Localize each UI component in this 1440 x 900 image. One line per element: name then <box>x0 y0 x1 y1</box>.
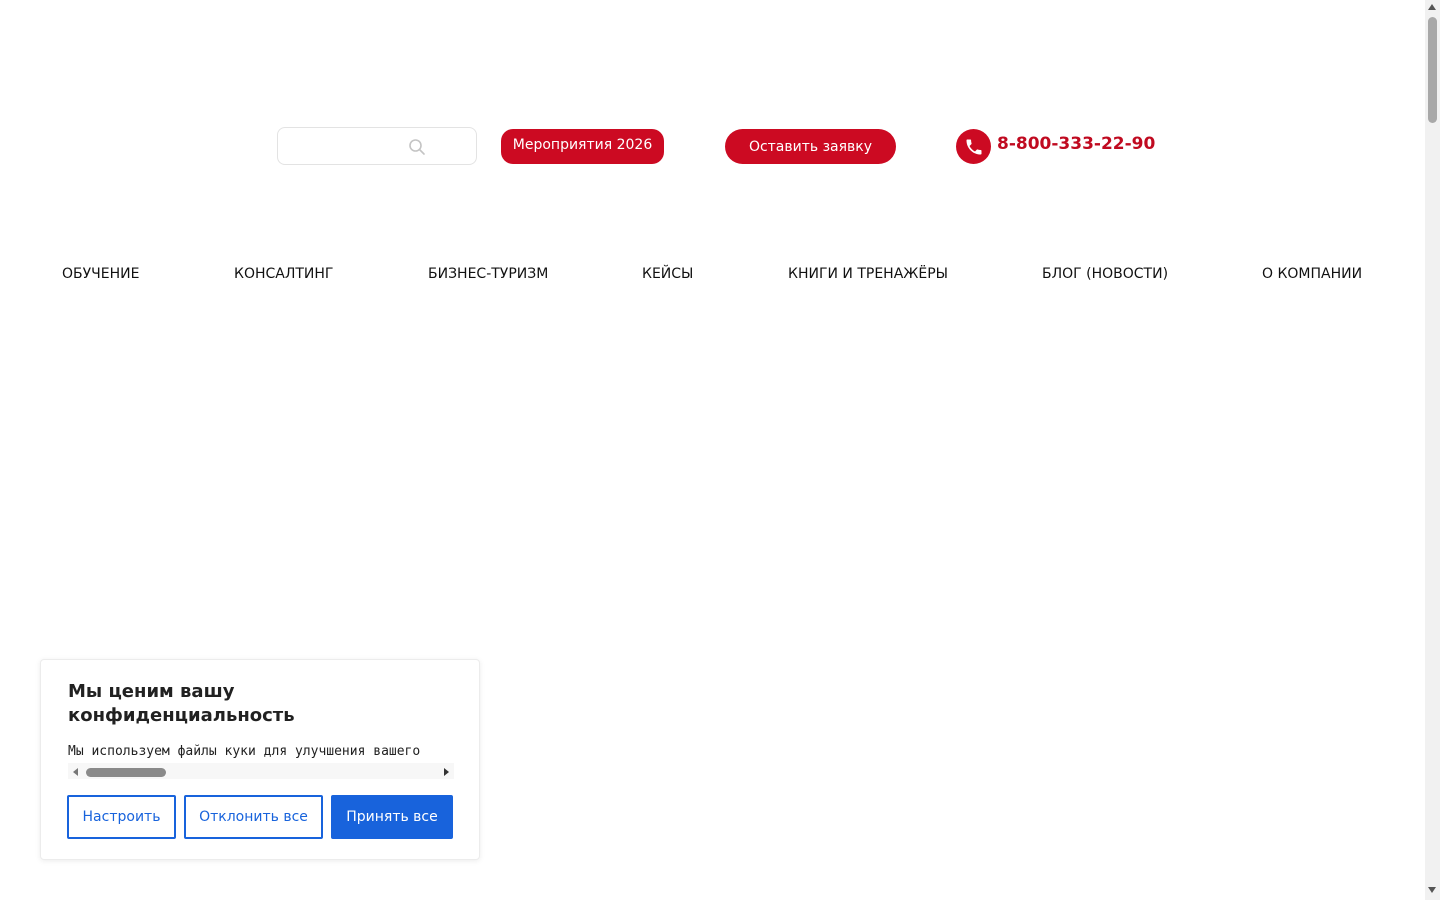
cookie-text-hscrollbar[interactable] <box>68 763 454 779</box>
nav-item-books-trainers[interactable]: КНИГИ И ТРЕНАЖЁРЫ <box>788 266 948 282</box>
phone-icon <box>966 139 981 154</box>
phone-number-link[interactable]: 8-800-333-22-90 <box>997 134 1155 154</box>
cookie-customize-button[interactable]: Настроить <box>67 795 176 839</box>
cookie-reject-all-button[interactable]: Отклонить все <box>184 795 323 839</box>
nav-item-consulting[interactable]: КОНСАЛТИНГ <box>234 266 333 282</box>
nav-item-business-tourism[interactable]: БИЗНЕС-ТУРИЗМ <box>428 266 548 282</box>
scroll-thumb[interactable] <box>1428 17 1437 123</box>
nav-item-cases[interactable]: КЕЙСЫ <box>642 266 693 282</box>
cookie-banner: Мы ценим вашу конфиденциальность Мы испо… <box>40 659 480 860</box>
page-scrollbar[interactable] <box>1425 0 1440 900</box>
scroll-left-icon[interactable] <box>73 768 78 776</box>
nav-item-blog[interactable]: БЛОГ (НОВОСТИ) <box>1042 266 1168 282</box>
search-input[interactable] <box>286 136 406 158</box>
events-2026-button[interactable]: Мероприятия 2026 <box>501 129 664 164</box>
cookie-text-container: Мы используем файлы куки для улучшения в… <box>68 742 454 780</box>
nav-item-about[interactable]: О КОМПАНИИ <box>1262 266 1362 282</box>
scroll-up-icon[interactable] <box>1428 4 1436 10</box>
search-icon[interactable] <box>408 138 426 156</box>
cookie-accept-all-button[interactable]: Принять все <box>331 795 453 839</box>
nav-item-education[interactable]: ОБУЧЕНИЕ <box>62 266 139 282</box>
scroll-down-icon[interactable] <box>1428 887 1436 893</box>
leave-request-button[interactable]: Оставить заявку <box>725 129 896 164</box>
cookie-banner-title: Мы ценим вашу конфиденциальность <box>68 681 295 726</box>
main-nav: ОБУЧЕНИЕ КОНСАЛТИНГ БИЗНЕС-ТУРИЗМ КЕЙСЫ … <box>0 266 1425 288</box>
scroll-right-icon[interactable] <box>444 768 449 776</box>
search-box[interactable] <box>277 127 477 165</box>
cookie-banner-text: Мы используем файлы куки для улучшения в… <box>68 744 421 759</box>
phone-icon-button[interactable] <box>956 129 991 164</box>
hscroll-thumb[interactable] <box>86 768 166 777</box>
